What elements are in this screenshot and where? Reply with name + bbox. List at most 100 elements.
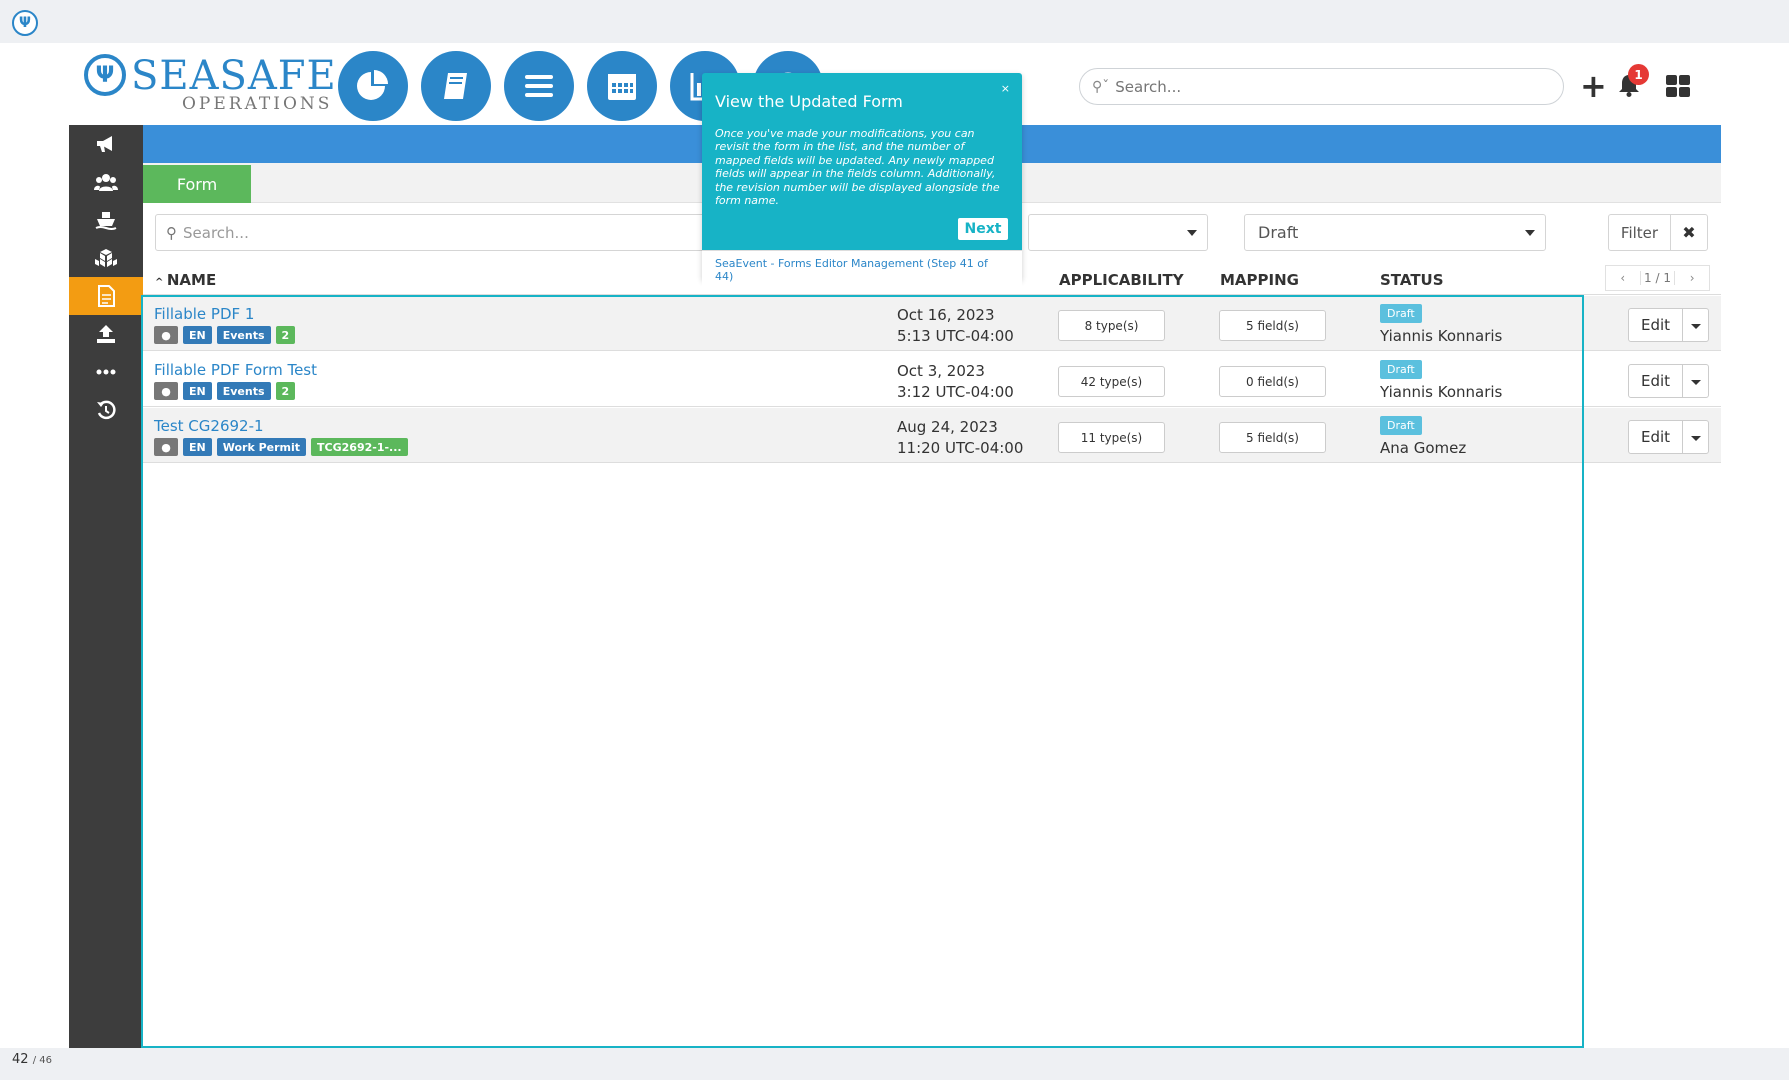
- list-search-placeholder: Search...: [183, 223, 249, 242]
- status-select-value: Draft: [1258, 223, 1299, 242]
- header-mapping[interactable]: MAPPING: [1220, 271, 1299, 289]
- top-strip: Ψ: [0, 0, 1789, 43]
- tag-language: EN: [183, 382, 212, 400]
- trident-icon: Ψ: [84, 54, 126, 96]
- megaphone-icon[interactable]: [69, 125, 143, 163]
- book-icon[interactable]: [421, 51, 491, 121]
- form-name-link[interactable]: Fillable PDF 1: [154, 305, 254, 323]
- pager: ‹ 1 / 1 ›: [1605, 265, 1710, 291]
- header-status[interactable]: STATUS: [1380, 271, 1444, 289]
- row-tags: ● EN Work Permit TCG2692-1-...: [154, 438, 408, 456]
- brand-logo[interactable]: Ψ SEASAFE OPERATIONS: [82, 50, 336, 114]
- status-badge: Draft: [1380, 360, 1422, 379]
- row-owner: Yiannis Konnaris: [1380, 327, 1503, 345]
- next-button[interactable]: Next: [958, 218, 1008, 240]
- row-date-time: 11:20 UTC-04:00: [897, 439, 1024, 457]
- popover-footer: SeaEvent - Forms Editor Management (Step…: [702, 250, 1022, 288]
- history-icon[interactable]: [69, 391, 143, 429]
- chevron-down-icon: [1525, 230, 1535, 236]
- table-row: Fillable PDF Form Test ● EN Events 2 Oct…: [143, 352, 1721, 407]
- step-total: / 46: [32, 1055, 52, 1066]
- mapping-button[interactable]: 0 field(s): [1219, 366, 1326, 397]
- pager-next-button[interactable]: ›: [1675, 271, 1709, 285]
- sidebar: [69, 125, 143, 1048]
- header-applicability[interactable]: APPLICABILITY: [1059, 271, 1184, 289]
- brand-name: SEASAFE: [131, 53, 337, 99]
- row-owner: Ana Gomez: [1380, 439, 1467, 457]
- list-search-input[interactable]: ⚲ Search...: [155, 214, 715, 251]
- status-badge: Draft: [1380, 416, 1422, 435]
- table-row: Fillable PDF 1 ● EN Events 2 Oct 16, 202…: [143, 296, 1721, 351]
- chevron-down-icon: [1187, 230, 1197, 236]
- applicability-button[interactable]: 42 type(s): [1058, 366, 1165, 397]
- popover-body: Once you've made your modifications, you…: [715, 127, 1000, 208]
- menu-icon[interactable]: [504, 51, 574, 121]
- status-badge: Draft: [1380, 304, 1422, 323]
- row-tags: ● EN Events 2: [154, 326, 296, 344]
- notification-badge: 1: [1628, 64, 1649, 85]
- tag-revision: 2: [275, 326, 296, 344]
- status-select[interactable]: Draft: [1244, 214, 1546, 251]
- filter-button[interactable]: Filter: [1608, 214, 1671, 251]
- popover-arrow: [854, 285, 872, 294]
- document-icon[interactable]: [69, 277, 143, 315]
- step-current: 42: [12, 1052, 29, 1067]
- mapping-button[interactable]: 5 field(s): [1219, 310, 1326, 341]
- tag-module: Events: [216, 382, 271, 400]
- apps-grid-icon[interactable]: [1666, 75, 1690, 97]
- sort-name-header[interactable]: ^ NAME: [155, 271, 216, 289]
- row-date: Oct 3, 2023 3:12 UTC-04:00: [897, 361, 1014, 403]
- edit-dropdown-button[interactable]: [1682, 364, 1709, 398]
- pager-prev-button[interactable]: ‹: [1606, 271, 1640, 285]
- edit-button[interactable]: Edit: [1628, 364, 1683, 398]
- tab-form[interactable]: Form: [143, 165, 251, 203]
- brand-subtitle: OPERATIONS: [182, 94, 333, 114]
- search-icon: ⚲: [166, 223, 177, 242]
- step-counter: 42 / 46: [12, 1052, 52, 1067]
- user-icon: ●: [154, 382, 178, 400]
- clear-filter-button[interactable]: ✖: [1670, 214, 1708, 251]
- row-owner: Yiannis Konnaris: [1380, 383, 1503, 401]
- edit-dropdown-button[interactable]: [1682, 308, 1709, 342]
- header-name-label: NAME: [166, 271, 217, 289]
- ship-icon[interactable]: [69, 201, 143, 239]
- row-date-time: 3:12 UTC-04:00: [897, 383, 1014, 401]
- applicability-button[interactable]: 8 type(s): [1058, 310, 1165, 341]
- user-icon: ●: [154, 326, 178, 344]
- row-date-day: Oct 3, 2023: [897, 362, 985, 380]
- close-icon[interactable]: ×: [1001, 82, 1010, 95]
- users-icon[interactable]: [69, 163, 143, 201]
- form-name-link[interactable]: Fillable PDF Form Test: [154, 361, 317, 379]
- table-row: Test CG2692-1 ● EN Work Permit TCG2692-1…: [143, 408, 1721, 463]
- row-date-day: Aug 24, 2023: [897, 418, 998, 436]
- app-logo-icon[interactable]: Ψ: [12, 10, 38, 36]
- tag-revision: TCG2692-1-...: [311, 438, 408, 456]
- upload-icon[interactable]: [69, 315, 143, 353]
- edit-button[interactable]: Edit: [1628, 420, 1683, 454]
- global-search[interactable]: ⚲ˇ: [1079, 68, 1564, 105]
- applicability-button[interactable]: 11 type(s): [1058, 422, 1165, 453]
- sort-asc-icon: ^: [155, 277, 167, 288]
- row-date: Oct 16, 2023 5:13 UTC-04:00: [897, 305, 1014, 347]
- bottom-bar: [0, 1048, 1789, 1080]
- popover-title: View the Updated Form: [715, 92, 903, 111]
- global-search-input[interactable]: [1115, 77, 1496, 96]
- tag-revision: 2: [275, 382, 296, 400]
- type-select[interactable]: [1028, 214, 1208, 251]
- form-name-link[interactable]: Test CG2692-1: [154, 417, 264, 435]
- tag-module: Events: [216, 326, 271, 344]
- row-tags: ● EN Events 2: [154, 382, 296, 400]
- edit-dropdown-button[interactable]: [1682, 420, 1709, 454]
- user-icon: ●: [154, 438, 178, 456]
- add-icon[interactable]: +: [1580, 70, 1607, 102]
- pager-page: 1 / 1: [1639, 271, 1676, 285]
- edit-button[interactable]: Edit: [1628, 308, 1683, 342]
- mapping-button[interactable]: 5 field(s): [1219, 422, 1326, 453]
- tour-popover: × View the Updated Form Once you've made…: [702, 73, 1022, 294]
- more-icon[interactable]: [69, 353, 143, 391]
- boxes-icon[interactable]: [69, 239, 143, 277]
- calendar-icon[interactable]: [587, 51, 657, 121]
- tag-module: Work Permit: [216, 438, 307, 456]
- dashboard-pie-icon[interactable]: [338, 51, 408, 121]
- tag-language: EN: [183, 438, 212, 456]
